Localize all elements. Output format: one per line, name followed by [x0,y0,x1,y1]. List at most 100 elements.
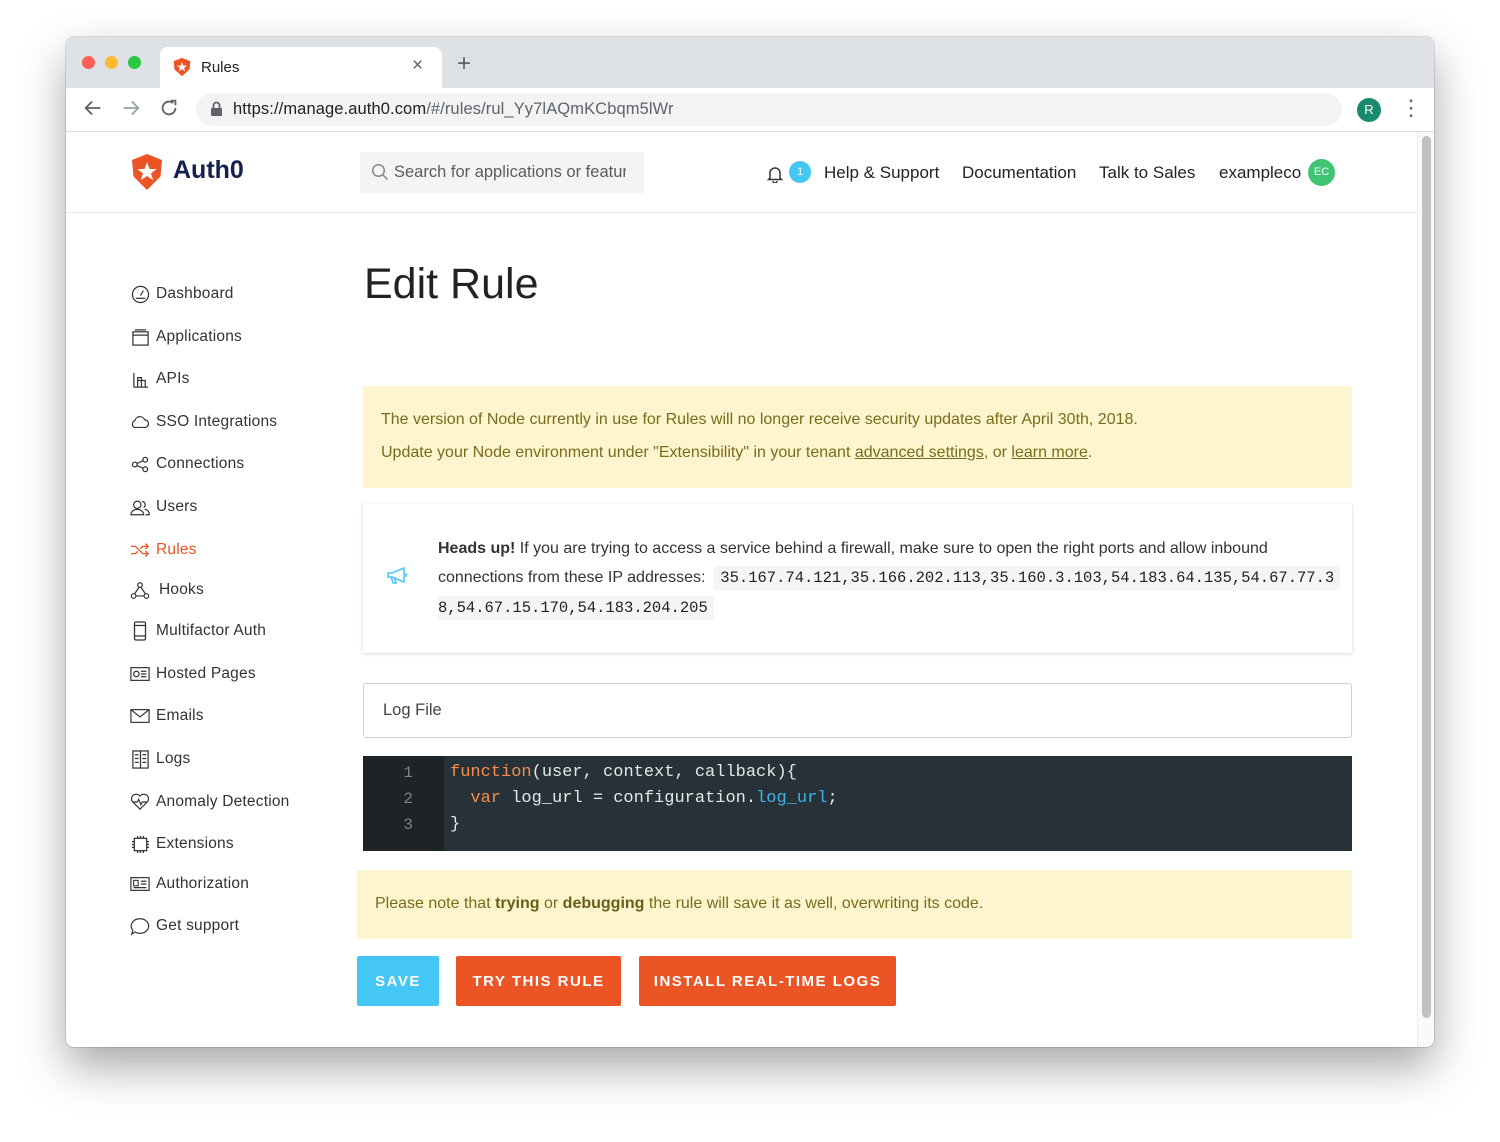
sidebar-item-dashboard[interactable]: Dashboard [130,282,234,306]
rule-name-input[interactable] [383,684,1283,737]
connections-icon [130,454,150,474]
apis-icon [130,369,150,389]
tab-close-icon[interactable]: × [412,55,423,77]
line-number-gutter: 1 2 3 [363,756,444,851]
auth0-favicon-icon [172,57,192,82]
sidebar-item-label: Hooks [159,581,204,598]
code-line-1: function(user, context, callback){ [450,763,797,782]
sidebar-item-label: Extensions [156,835,234,852]
sidebar-item-label: Connections [156,455,245,472]
brand-name[interactable]: Auth0 [173,156,244,185]
firewall-text-line-3: 8,54.67.15.170,54.183.204.205 [438,595,714,621]
warning-line-1: The version of Node currently in use for… [381,411,1138,428]
forward-arrow-icon[interactable] [120,97,142,125]
address-bar[interactable]: https://manage.auth0.com/#/rules/rul_Yy7… [196,93,1342,126]
scrollbar-thumb[interactable] [1422,136,1431,1018]
save-button[interactable]: SAVE [357,956,439,1006]
sidebar-item-users[interactable]: Users [130,495,197,519]
line-number: 2 [403,790,413,808]
code-line-3: } [450,815,461,834]
envelope-icon [130,706,150,726]
tab-title: Rules [201,59,240,76]
users-icon [130,497,150,517]
sidebar-item-label: Authorization [156,875,250,892]
sidebar-item-label: Multifactor Auth [156,622,267,639]
firewall-text-line-2: connections from these IP addresses: 35.… [438,565,1341,591]
sidebar-item-multifactor-auth[interactable]: Multifactor Auth [130,619,266,643]
phone-icon [130,621,150,641]
chat-bubble-icon [130,916,150,936]
browser-window: Rules × + https://manage.auth0.com/#/rul… [66,37,1434,1047]
code-line-2: var log_url = configuration.log_url; [470,789,838,808]
try-this-rule-button[interactable]: TRY THIS RULE [456,956,621,1006]
lock-icon [210,101,223,122]
cloud-icon [130,412,150,432]
line-number: 3 [403,816,413,834]
new-tab-button[interactable]: + [457,52,471,76]
sidebar-item-apis[interactable]: APIs [130,367,190,391]
sidebar-item-applications[interactable]: Applications [130,325,242,349]
sidebar-item-emails[interactable]: Emails [130,704,204,728]
vertical-scrollbar[interactable] [1417,132,1434,1047]
minimize-window-button[interactable] [105,56,118,69]
sidebar-item-label: Rules [156,541,197,558]
sidebar-item-label: SSO Integrations [156,413,278,430]
heads-up-label: Heads up! [438,540,516,557]
sidebar-item-label: Get support [156,917,240,934]
sidebar-item-label: Emails [156,707,204,724]
warning-line-2: Update your Node environment under "Exte… [381,444,1093,461]
shuffle-icon [130,540,150,560]
profile-avatar[interactable]: R [1357,98,1381,122]
heart-pulse-icon [130,792,150,812]
chip-icon [130,834,150,854]
advanced-settings-link[interactable]: advanced settings [855,444,984,461]
sidebar-item-label: Users [156,498,198,515]
sidebar-item-label: Anomaly Detection [156,793,290,810]
sidebar-item-logs[interactable]: Logs [130,747,190,771]
sidebar-item-rules[interactable]: Rules [130,538,197,562]
back-arrow-icon[interactable] [82,97,104,125]
sidebar-item-label: Logs [156,750,191,767]
ip-addresses-line-2: 8,54.67.15.170,54.183.204.205 [438,596,714,620]
applications-icon [130,327,150,347]
save-warning-note: Please note that trying or debugging the… [357,870,1352,939]
firewall-notice: Heads up! If you are trying to access a … [363,504,1352,653]
note-text: Please note that trying or debugging the… [375,895,984,912]
url-text: https://manage.auth0.com/#/rules/rul_Yy7… [233,100,674,118]
rule-name-field[interactable] [363,683,1352,738]
sidebar-item-get-support[interactable]: Get support [130,914,239,938]
learn-more-link[interactable]: learn more [1011,444,1087,461]
sidebar-item-hosted-pages[interactable]: Hosted Pages [130,662,256,686]
logs-icon [130,749,150,769]
browser-tab[interactable]: Rules × [160,47,442,88]
sidebar-item-anomaly-detection[interactable]: Anomaly Detection [130,790,290,814]
sidebar-item-connections[interactable]: Connections [130,452,244,476]
firewall-text-line-1: Heads up! If you are trying to access a … [438,540,1268,557]
sidebar-item-extensions[interactable]: Extensions [130,832,234,856]
ip-addresses-line-1: 35.167.74.121,35.166.202.113,35.160.3.10… [714,566,1341,590]
browser-toolbar: https://manage.auth0.com/#/rules/rul_Yy7… [66,88,1434,132]
sidebar-item-authorization[interactable]: Authorization [130,872,249,896]
hosted-pages-icon [130,664,150,684]
sidebar-item-label: Hosted Pages [156,665,256,682]
id-card-icon [130,874,150,894]
sidebar-item-hooks[interactable]: Hooks [130,578,204,602]
sidebar-item-label: Applications [156,328,242,345]
install-real-time-logs-button[interactable]: INSTALL REAL-TIME LOGS [639,956,896,1006]
code-editor[interactable]: 1 2 3 function(user, context, callback){… [363,756,1352,851]
auth0-logo-icon[interactable] [129,152,165,197]
reload-icon[interactable] [158,97,180,125]
page-title: Edit Rule [364,260,539,308]
sidebar-item-label: APIs [156,370,190,387]
browser-menu-icon[interactable]: ⋮ [1400,96,1422,120]
main-content: Edit Rule The version of Node currently … [357,132,1357,1047]
maximize-window-button[interactable] [128,56,141,69]
page-viewport: Auth0 1 Help & Support Documentation Tal… [66,132,1417,1047]
close-window-button[interactable] [82,56,95,69]
dashboard-icon [130,284,150,304]
sidebar-item-label: Dashboard [156,285,234,302]
tab-strip: Rules × + [66,37,1434,88]
node-version-warning: The version of Node currently in use for… [363,386,1352,488]
sidebar-item-sso-integrations[interactable]: SSO Integrations [130,410,277,434]
line-number: 1 [403,764,413,782]
